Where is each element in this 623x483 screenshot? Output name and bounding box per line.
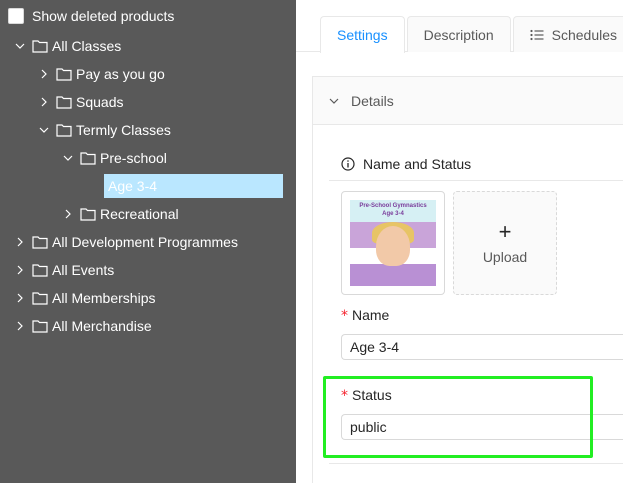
tab-label: Description <box>423 26 494 43</box>
tree-node-label: Pre-school <box>100 150 167 166</box>
folder-icon <box>80 207 96 221</box>
tree-node-label: All Classes <box>52 38 122 54</box>
required-mark: * <box>341 308 348 324</box>
tree-node-label: Age 3-4 <box>108 178 158 194</box>
chevron-right-icon[interactable] <box>32 62 56 86</box>
show-deleted-label: Show deleted products <box>32 8 175 24</box>
tree-node-pay-as-you-go[interactable]: Pay as you go <box>32 62 165 86</box>
tab-description[interactable]: Description <box>406 16 511 52</box>
tree-node-age-3-4[interactable]: Age 3-4 <box>104 174 283 198</box>
name-status-card-header: Name and Status <box>329 147 623 181</box>
folder-icon <box>56 123 72 137</box>
folder-icon <box>80 151 96 165</box>
product-tree-sidebar: Show deleted products All Classes Pay as… <box>0 0 296 483</box>
tree-node-label: Squads <box>76 94 124 110</box>
chevron-right-icon[interactable] <box>8 230 32 254</box>
tree-node-all-development-programmes[interactable]: All Development Programmes <box>8 230 238 254</box>
tree-node-label: Termly Classes <box>76 122 171 138</box>
details-panel-title: Details <box>351 92 394 109</box>
folder-icon <box>32 39 48 53</box>
folder-icon <box>56 67 72 81</box>
status-highlight-box <box>323 376 593 458</box>
chevron-right-icon[interactable] <box>56 202 80 226</box>
chevron-right-icon[interactable] <box>8 314 32 338</box>
show-deleted-checkbox[interactable] <box>8 8 24 24</box>
section-title: Name and Status <box>363 155 472 172</box>
name-field-label: * Name <box>341 307 390 324</box>
tree-node-all-classes[interactable]: All Classes <box>8 34 121 58</box>
list-icon <box>530 29 544 41</box>
folder-icon <box>56 95 72 109</box>
folder-icon <box>32 263 48 277</box>
tree-node-label: All Memberships <box>52 290 156 306</box>
chevron-down-icon[interactable] <box>56 146 80 170</box>
tab-schedules[interactable]: Schedules <box>512 16 623 52</box>
chevron-down-icon <box>329 96 339 106</box>
chevron-down-icon[interactable] <box>32 118 56 142</box>
chevron-right-icon[interactable] <box>8 286 32 310</box>
name-input[interactable]: Age 3-4 <box>341 334 623 360</box>
section-divider <box>329 463 623 464</box>
tree-node-label: All Development Programmes <box>52 234 238 250</box>
tree-node-recreational[interactable]: Recreational <box>56 202 179 226</box>
product-tabs: Settings Description Schedules <box>320 16 623 53</box>
show-deleted-row[interactable]: Show deleted products <box>8 6 174 26</box>
tree-node-label: Pay as you go <box>76 66 165 82</box>
tab-label: Schedules <box>551 26 618 43</box>
product-image-thumbnail[interactable]: Pre-School Gymnastics Age 3-4 <box>341 191 445 295</box>
info-circle-icon <box>341 156 355 171</box>
tree-node-pre-school[interactable]: Pre-school <box>56 146 167 170</box>
details-panel-header[interactable]: Details <box>313 77 623 125</box>
tree-node-all-memberships[interactable]: All Memberships <box>8 286 155 310</box>
tab-label: Settings <box>337 27 388 43</box>
folder-icon <box>32 319 48 333</box>
folder-icon <box>32 291 48 305</box>
folder-icon <box>32 235 48 249</box>
tree-node-label: All Merchandise <box>52 318 152 334</box>
chevron-right-icon[interactable] <box>32 90 56 114</box>
tree-node-all-merchandise[interactable]: All Merchandise <box>8 314 152 338</box>
tree-node-label: Recreational <box>100 206 179 222</box>
chevron-right-icon[interactable] <box>8 258 32 282</box>
plus-icon: + <box>498 219 512 244</box>
tab-settings[interactable]: Settings <box>320 16 405 53</box>
upload-label: Upload <box>482 249 528 265</box>
tree-node-termly-classes[interactable]: Termly Classes <box>32 118 171 142</box>
product-image: Pre-School Gymnastics Age 3-4 <box>350 200 436 286</box>
chevron-down-icon[interactable] <box>8 34 32 58</box>
tree-node-label: All Events <box>52 262 115 278</box>
upload-button[interactable]: + Upload <box>453 191 557 295</box>
tree-node-all-events[interactable]: All Events <box>8 258 114 282</box>
image-caption: Pre-School Gymnastics Age 3-4 <box>359 203 427 217</box>
tree-node-squads[interactable]: Squads <box>32 90 123 114</box>
